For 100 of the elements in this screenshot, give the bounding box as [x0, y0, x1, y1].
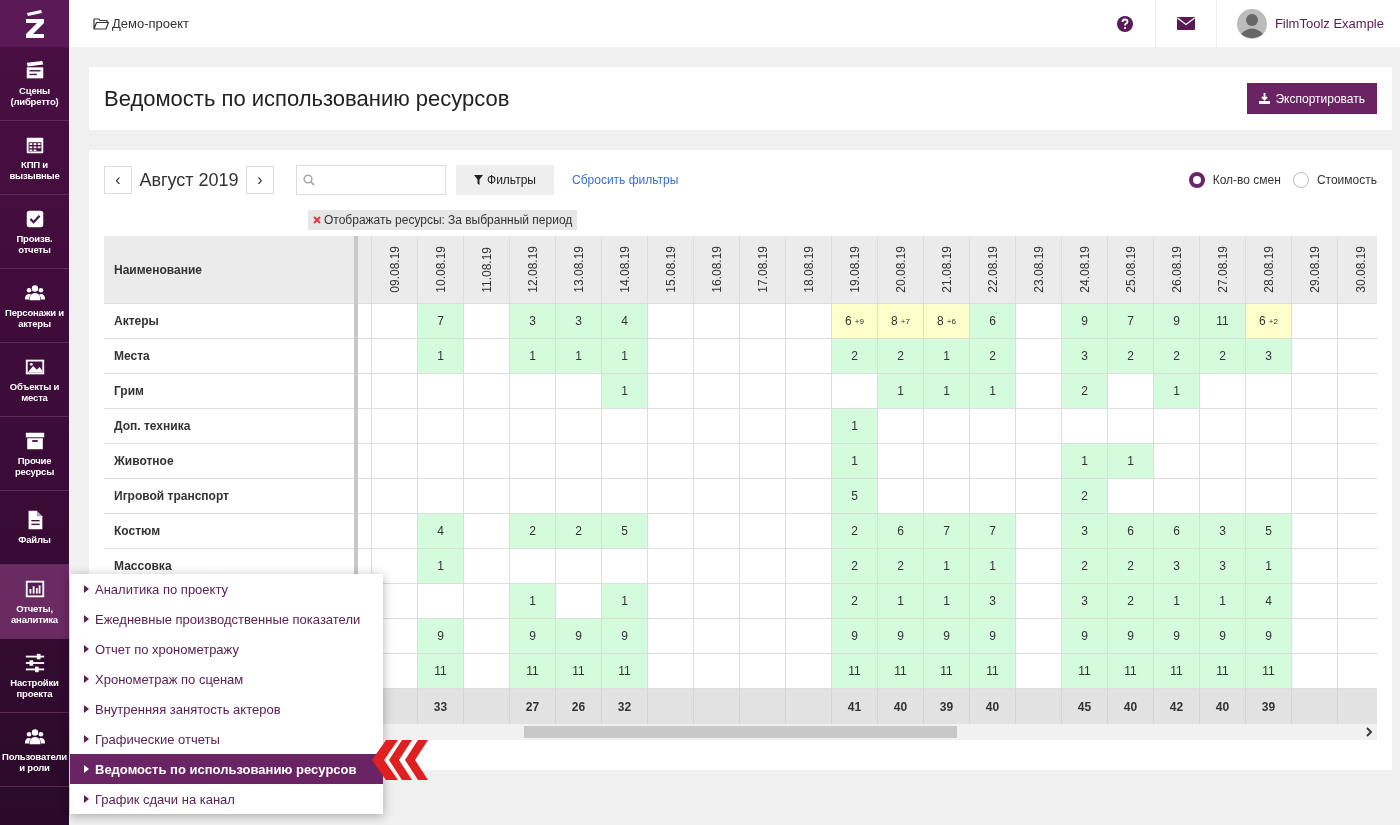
sidebar-item[interactable]: Настройки проекта	[0, 639, 69, 713]
sidebar-item[interactable]: Пользователи и роли	[0, 713, 69, 787]
export-button[interactable]: Экспортировать	[1247, 83, 1377, 114]
sidebar-item[interactable]: Прочие ресурсы	[0, 417, 69, 491]
sidebar-item[interactable]: Сцены (либретто)	[0, 47, 69, 121]
table-cell: 9	[1200, 619, 1246, 654]
table-cell: 5	[1246, 514, 1292, 549]
column-header: 18.08.19	[786, 236, 832, 304]
sidebar-item[interactable]: Объекты и места	[0, 343, 69, 417]
table-cell: 1	[832, 409, 878, 444]
table-cell: 11	[1154, 654, 1200, 689]
sidebar-item[interactable]: Произв. отчеты	[0, 195, 69, 269]
column-header: 17.08.19	[740, 236, 786, 304]
table-cell: 5	[832, 479, 878, 514]
table-cell: 9	[832, 619, 878, 654]
menu-item[interactable]: Внутренняя занятость актеров	[70, 694, 383, 724]
radio-label[interactable]: Кол-во смен	[1212, 173, 1281, 187]
table-cell: 2	[1062, 549, 1108, 584]
table-cell: 6$^{+2}$	[1246, 304, 1292, 339]
table-cell: 1	[1200, 584, 1246, 619]
menu-item[interactable]: Графические отчеты	[70, 724, 383, 754]
caret-icon	[84, 765, 89, 773]
table-cell: 3	[1062, 514, 1108, 549]
menu-item[interactable]: Хронометраж по сценам	[70, 664, 383, 694]
table-cell: 2	[1108, 584, 1154, 619]
table-cell: 9	[556, 619, 602, 654]
sidebar-item[interactable]: КПП и вызывные	[0, 121, 69, 195]
table-cell: 1	[924, 549, 970, 584]
total-cell: 40	[1200, 689, 1246, 724]
sidebar-item[interactable]: Персонажи и актеры	[0, 269, 69, 343]
table-cell: 1	[510, 584, 556, 619]
table-cell: 3	[1200, 549, 1246, 584]
table-cell: 3	[1154, 549, 1200, 584]
table-cell: 1	[556, 339, 602, 374]
radio-label[interactable]: Стоимость	[1316, 173, 1377, 187]
table-cell: 11	[1062, 654, 1108, 689]
total-cell: 32	[602, 689, 648, 724]
previous-month-button[interactable]: ‹	[104, 166, 132, 194]
radio-button[interactable]	[1188, 172, 1205, 188]
table-cell: 11	[556, 654, 602, 689]
column-header: 11.08.19	[464, 236, 510, 304]
sidebar-item[interactable]: Отчеты, аналитика	[0, 565, 69, 639]
table-cell: 2	[510, 514, 556, 549]
table-cell: 7	[1108, 304, 1154, 339]
table-cell: 4	[602, 304, 648, 339]
search-field[interactable]	[296, 165, 446, 195]
total-cell: 45	[1062, 689, 1108, 724]
column-header: 28.08.19	[1246, 236, 1292, 304]
user-name[interactable]: FilmToolz Example	[1274, 16, 1384, 31]
table-cell: 1	[418, 549, 464, 584]
table-cell: 9	[924, 619, 970, 654]
table-cell: 1	[1154, 584, 1200, 619]
table-cell: 2	[832, 339, 878, 374]
table-cell: 3	[1062, 339, 1108, 374]
app-logo[interactable]	[0, 0, 69, 47]
menu-item[interactable]: Ведомость по использованию ресурсов	[70, 754, 383, 784]
table-cell: 2	[832, 584, 878, 619]
table-cell: 4	[418, 514, 464, 549]
table-cell: 6	[1154, 514, 1200, 549]
avatar-icon[interactable]	[1236, 8, 1267, 39]
next-month-button[interactable]: ›	[246, 166, 274, 194]
page-title: Ведомость по использованию ресурсов	[104, 85, 510, 112]
filter-label: Отображать ресурсы:	[324, 213, 445, 227]
table-cell: 3	[970, 584, 1016, 619]
table-cell: 2	[832, 549, 878, 584]
table-cell: 1	[878, 374, 924, 409]
table-cell: 1	[878, 584, 924, 619]
scroll-right-icon[interactable]	[1365, 727, 1373, 737]
table-cell: 2	[556, 514, 602, 549]
menu-item[interactable]: Отчет по хронометражу	[70, 634, 383, 664]
reset-filters-link[interactable]: Сбросить фильтры	[572, 173, 679, 187]
table-cell: 8$^{+7}$	[878, 304, 924, 339]
table-cell: 9	[1062, 619, 1108, 654]
table-cell: 9	[878, 619, 924, 654]
remove-icon[interactable]	[313, 216, 321, 224]
table-cell: 4	[1246, 584, 1292, 619]
menu-item[interactable]: График сдачи на канал	[70, 784, 383, 814]
total-cell: 40	[1108, 689, 1154, 724]
column-header: 30.08.19	[1338, 236, 1377, 304]
column-header: 12.08.19	[510, 236, 556, 304]
column-header: 19.08.19	[832, 236, 878, 304]
menu-item[interactable]: Ежедневные производственные показатели	[70, 604, 383, 634]
table-cell: 2	[1062, 479, 1108, 514]
table-cell: 1	[1108, 444, 1154, 479]
table-cell: 1	[924, 584, 970, 619]
help-icon[interactable]	[1116, 15, 1133, 32]
column-header: 20.08.19	[878, 236, 924, 304]
table-cell: 1	[970, 549, 1016, 584]
table-cell: 9	[970, 619, 1016, 654]
filters-button[interactable]: Фильтры	[456, 165, 554, 195]
project-link[interactable]: Демо-проект	[112, 16, 190, 31]
table-cell: 2	[832, 514, 878, 549]
column-header: 22.08.19	[970, 236, 1016, 304]
table-cell: 1	[970, 374, 1016, 409]
table-cell: 3	[510, 304, 556, 339]
total-cell: 33	[418, 689, 464, 724]
table-cell: 2	[1062, 374, 1108, 409]
mail-icon[interactable]	[1176, 17, 1195, 30]
table-cell: 9	[1154, 619, 1200, 654]
column-header: Наименование	[104, 236, 354, 304]
